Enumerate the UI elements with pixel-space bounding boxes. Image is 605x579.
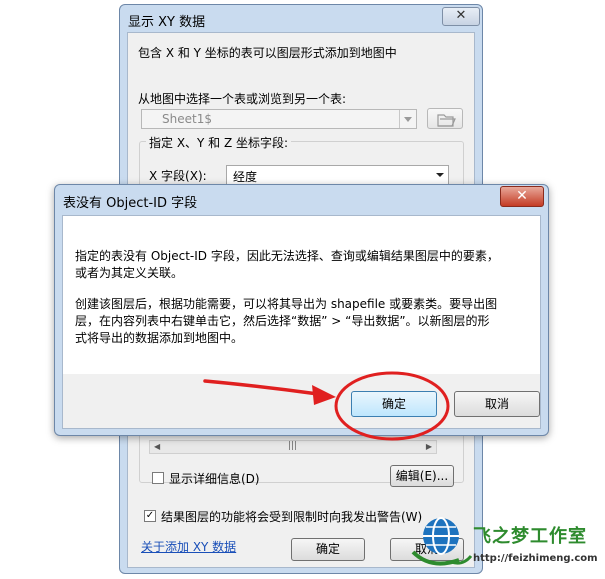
watermark-url: http://feizhimeng.com bbox=[473, 553, 598, 564]
annotation-ellipse bbox=[334, 371, 450, 441]
watermark: 飞之梦工作室 http://feizhimeng.com bbox=[405, 508, 605, 579]
annotation-arrowhead bbox=[312, 385, 336, 405]
watermark-brand: 飞之梦工作室 bbox=[473, 526, 587, 547]
annotation-arrow bbox=[203, 379, 320, 396]
annotation-overlay bbox=[203, 371, 450, 441]
globe-logo-icon bbox=[411, 517, 473, 566]
